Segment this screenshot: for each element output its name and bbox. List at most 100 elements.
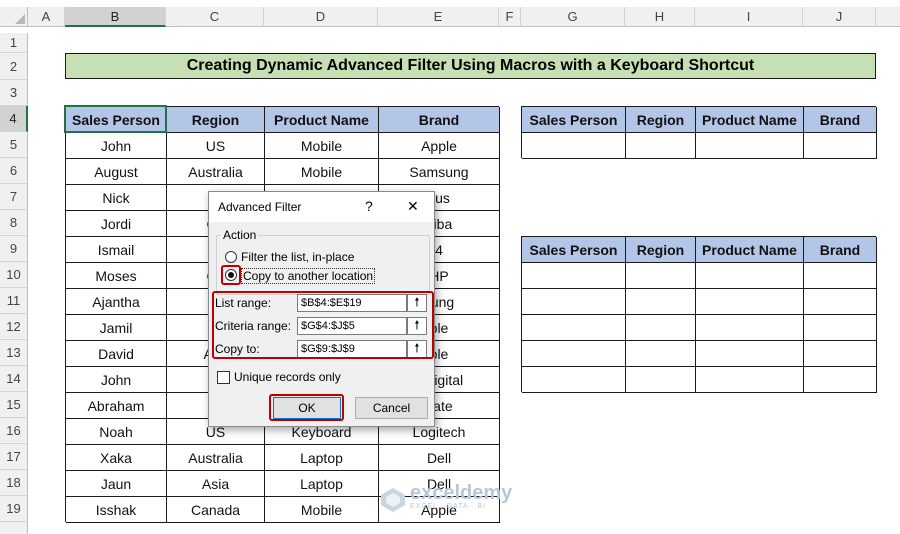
- main_table-header-cell[interactable]: Brand: [379, 107, 500, 133]
- copy-to-input[interactable]: $G$9:$J$9: [297, 340, 407, 358]
- column-header-a[interactable]: A: [28, 7, 65, 27]
- output_table-cell[interactable]: [696, 315, 804, 341]
- filter-in-place-label[interactable]: Filter the list, in-place: [241, 250, 354, 264]
- criteria_table-header-cell[interactable]: Region: [626, 107, 696, 133]
- main_table-cell[interactable]: Laptop: [265, 471, 379, 497]
- output_table-cell[interactable]: [626, 367, 696, 393]
- row-header-12[interactable]: 12: [0, 314, 28, 340]
- main_table-cell[interactable]: Canada: [167, 497, 265, 523]
- main_table-cell[interactable]: Mobile: [265, 497, 379, 523]
- row-header-4[interactable]: 4: [0, 106, 28, 132]
- row-header-15[interactable]: 15: [0, 392, 28, 418]
- main_table-cell[interactable]: Asia: [167, 471, 265, 497]
- main_table-cell[interactable]: August: [66, 159, 167, 185]
- row-header-17[interactable]: 17: [0, 444, 28, 470]
- column-header-j[interactable]: J: [803, 7, 876, 27]
- unique-records-label[interactable]: Unique records only: [234, 370, 341, 384]
- output_table-cell[interactable]: [804, 263, 877, 289]
- row-header-3[interactable]: 3: [0, 80, 28, 106]
- criteria_table-cell[interactable]: [626, 133, 696, 159]
- main_table-cell[interactable]: Noah: [66, 419, 167, 445]
- main_table-cell[interactable]: Moses: [66, 263, 167, 289]
- main_table-cell[interactable]: Australia: [167, 159, 265, 185]
- main_table-cell[interactable]: Jordi: [66, 211, 167, 237]
- output_table-cell[interactable]: [804, 315, 877, 341]
- output_table-header-cell[interactable]: Region: [626, 237, 696, 263]
- select-all-corner[interactable]: [0, 7, 28, 27]
- row-header-1[interactable]: 1: [0, 33, 28, 53]
- copy-to-picker-icon[interactable]: 🠕: [407, 340, 427, 358]
- copy-to-location-radio[interactable]: [225, 269, 237, 281]
- main_table-cell[interactable]: Jamil: [66, 315, 167, 341]
- main_table-cell[interactable]: David: [66, 341, 167, 367]
- row-header-6[interactable]: 6: [0, 158, 28, 184]
- output_table-header-cell[interactable]: Product Name: [696, 237, 804, 263]
- row-header-9[interactable]: 9: [0, 236, 28, 262]
- main_table-cell[interactable]: Abraham: [66, 393, 167, 419]
- main_table-cell[interactable]: John: [66, 367, 167, 393]
- main_table-cell[interactable]: Ismail: [66, 237, 167, 263]
- row-header-14[interactable]: 14: [0, 366, 28, 392]
- output_table-cell[interactable]: [522, 367, 626, 393]
- copy-to-location-label[interactable]: Copy to another location: [241, 268, 376, 284]
- sheet-title[interactable]: Creating Dynamic Advanced Filter Using M…: [65, 53, 876, 79]
- column-header-e[interactable]: E: [378, 7, 499, 27]
- main_table-cell[interactable]: Mobile: [265, 159, 379, 185]
- output_table-header-cell[interactable]: Brand: [804, 237, 877, 263]
- column-header-f[interactable]: F: [499, 7, 521, 27]
- output_table-cell[interactable]: [696, 263, 804, 289]
- criteria_table-header-cell[interactable]: Brand: [804, 107, 877, 133]
- row-header-8[interactable]: 8: [0, 210, 28, 236]
- output_table-cell[interactable]: [522, 289, 626, 315]
- cancel-button[interactable]: Cancel: [355, 397, 428, 419]
- main_table-cell[interactable]: Isshak: [66, 497, 167, 523]
- output_table-cell[interactable]: [522, 341, 626, 367]
- main_table-header-cell[interactable]: Product Name: [265, 107, 379, 133]
- main_table-cell[interactable]: Jaun: [66, 471, 167, 497]
- main_table-cell[interactable]: Xaka: [66, 445, 167, 471]
- filter-in-place-radio[interactable]: [225, 251, 237, 263]
- column-header-c[interactable]: C: [166, 7, 264, 27]
- row-header-18[interactable]: 18: [0, 470, 28, 496]
- main_table-header-cell[interactable]: Region: [167, 107, 265, 133]
- main_table-cell[interactable]: Laptop: [265, 445, 379, 471]
- output_table-cell[interactable]: [804, 289, 877, 315]
- output_table-cell[interactable]: [626, 315, 696, 341]
- criteria_table-header-cell[interactable]: Product Name: [696, 107, 804, 133]
- row-header-13[interactable]: 13: [0, 340, 28, 366]
- output_table-cell[interactable]: [626, 289, 696, 315]
- main_table-cell[interactable]: Ajantha: [66, 289, 167, 315]
- output_table-cell[interactable]: [696, 341, 804, 367]
- row-header-19[interactable]: 19: [0, 496, 28, 522]
- criteria_table-cell[interactable]: [522, 133, 626, 159]
- main_table-cell[interactable]: Dell: [379, 445, 500, 471]
- row-header-2[interactable]: 2: [0, 53, 28, 80]
- criteria-range-input[interactable]: $G$4:$J$5: [297, 317, 407, 335]
- criteria_table-cell[interactable]: [804, 133, 877, 159]
- output_table-cell[interactable]: [522, 315, 626, 341]
- main_table-cell[interactable]: Apple: [379, 133, 500, 159]
- main_table-cell[interactable]: Nick: [66, 185, 167, 211]
- row-header-5[interactable]: 5: [0, 132, 28, 158]
- output_table-cell[interactable]: [696, 289, 804, 315]
- output_table-cell[interactable]: [804, 367, 877, 393]
- output_table-header-cell[interactable]: Sales Person: [522, 237, 626, 263]
- main_table-cell[interactable]: Mobile: [265, 133, 379, 159]
- output_table-cell[interactable]: [626, 341, 696, 367]
- row-header-11[interactable]: 11: [0, 288, 28, 314]
- column-header-h[interactable]: H: [625, 7, 695, 27]
- column-header-b[interactable]: B: [65, 7, 166, 27]
- unique-records-checkbox[interactable]: [217, 371, 230, 384]
- main_table-cell[interactable]: Australia: [167, 445, 265, 471]
- list-range-picker-icon[interactable]: 🠕: [407, 294, 427, 312]
- column-header-d[interactable]: D: [264, 7, 378, 27]
- dialog-title-bar[interactable]: Advanced Filter ? ✕: [209, 192, 434, 222]
- column-header-i[interactable]: I: [695, 7, 803, 27]
- output_table-cell[interactable]: [804, 341, 877, 367]
- main_table-cell[interactable]: US: [167, 133, 265, 159]
- criteria_table-cell[interactable]: [696, 133, 804, 159]
- row-header-7[interactable]: 7: [0, 184, 28, 210]
- criteria-range-picker-icon[interactable]: 🠕: [407, 317, 427, 335]
- list-range-input[interactable]: $B$4:$E$19: [297, 294, 407, 312]
- output_table-cell[interactable]: [626, 263, 696, 289]
